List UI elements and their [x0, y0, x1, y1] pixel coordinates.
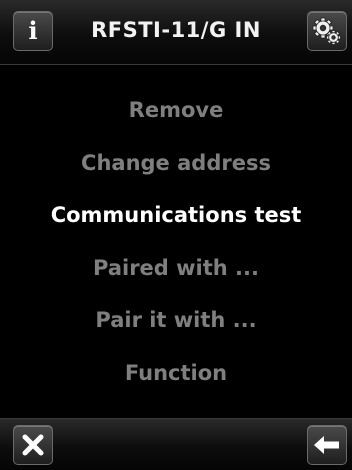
menu-list: Remove Change address Communications tes…	[0, 84, 352, 399]
back-button[interactable]	[307, 425, 347, 465]
info-button[interactable]: i	[13, 11, 53, 51]
back-arrow-icon	[314, 436, 339, 454]
footer-bar	[0, 418, 352, 470]
page-title: RFSTI-11/G IN	[91, 18, 261, 42]
menu-item-pair-it-with[interactable]: Pair it with ...	[0, 294, 352, 347]
settings-button[interactable]	[307, 11, 347, 51]
gears-icon	[312, 17, 341, 45]
menu-item-change-address[interactable]: Change address	[0, 137, 352, 190]
info-icon: i	[28, 16, 38, 45]
menu-item-function[interactable]: Function	[0, 347, 352, 400]
close-icon	[22, 434, 44, 456]
menu-item-remove[interactable]: Remove	[0, 84, 352, 137]
close-button[interactable]	[13, 425, 53, 465]
device-screen: i RFSTI-11/G IN Remove Change address Co…	[0, 0, 352, 470]
menu-item-communications-test[interactable]: Communications test	[0, 189, 352, 242]
menu-item-paired-with[interactable]: Paired with ...	[0, 242, 352, 295]
header-bar: i RFSTI-11/G IN	[0, 0, 352, 65]
